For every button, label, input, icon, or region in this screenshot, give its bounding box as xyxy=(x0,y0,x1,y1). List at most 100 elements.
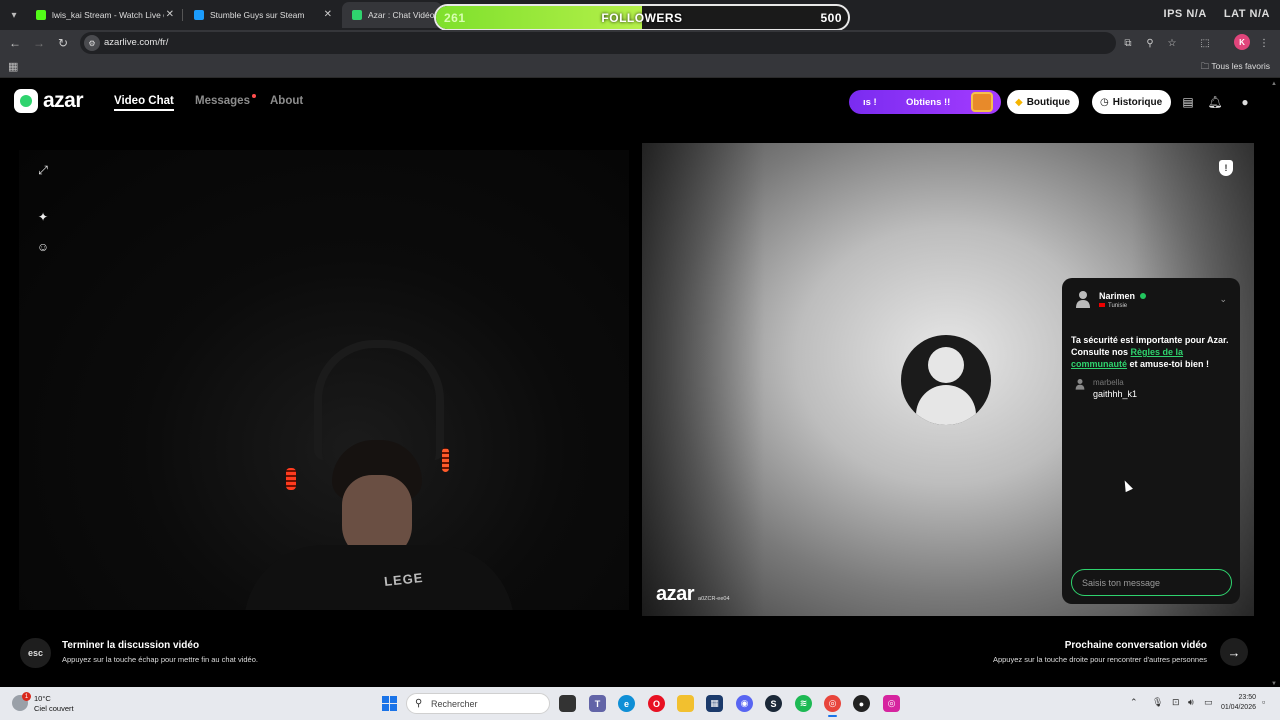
promo-text-left: ıs ! xyxy=(863,97,877,108)
store-icon[interactable]: ▦ xyxy=(706,695,723,712)
close-tab-icon[interactable]: ✕ xyxy=(324,9,332,20)
spotify-icon[interactable]: ≋ xyxy=(795,695,812,712)
message-username: marbella xyxy=(1093,378,1124,387)
followers-goal-overlay: 261 FOLLOWERS 500 xyxy=(434,4,850,31)
avatar-head xyxy=(928,347,964,383)
volume-icon[interactable]: 🔊︎ xyxy=(1188,697,1194,708)
promo-banner[interactable]: ıs ! Obtiens !! xyxy=(849,90,1001,114)
kick-icon xyxy=(36,10,46,20)
treasure-chest-icon xyxy=(971,92,993,112)
next-chat-title: Prochaine conversation vidéo xyxy=(1064,640,1207,651)
history-icon: ◷ xyxy=(1100,96,1109,108)
user-profile-icon[interactable]: ● xyxy=(1237,94,1253,110)
tab-steam[interactable]: Stumble Guys sur Steam ✕ xyxy=(184,2,340,28)
followers-goal: 500 xyxy=(820,11,842,25)
windows-taskbar: 1 10°C Ciel couvert ⚲ Rechercher T e O ▦… xyxy=(0,687,1280,720)
tab-separator xyxy=(182,9,183,21)
chrome-icon[interactable]: ◎ xyxy=(824,695,841,717)
headphone-led-right xyxy=(442,448,449,472)
file-explorer-icon[interactable] xyxy=(677,695,694,712)
search-placeholder: Rechercher xyxy=(431,699,478,709)
steam-icon[interactable]: S xyxy=(765,695,782,712)
boutique-button[interactable]: ◆ Boutique xyxy=(1007,90,1080,114)
network-icon[interactable]: ⊡ xyxy=(1172,697,1180,708)
clock-date: 01/04/2026 xyxy=(1220,704,1256,711)
inbox-icon[interactable]: ▤ xyxy=(1180,94,1196,110)
reload-icon[interactable]: ↻ xyxy=(54,34,72,52)
site-info-icon[interactable]: ⚙ xyxy=(84,35,100,51)
ips-label: IPS N/A xyxy=(1163,8,1207,20)
face-filter-icon[interactable]: ☺ xyxy=(35,239,51,255)
tab-azar[interactable]: Azar : Chat Vidéo a xyxy=(342,2,442,28)
watermark-logo: azar xyxy=(656,583,695,605)
all-bookmarks-label: Tous les favoris xyxy=(1211,61,1270,71)
back-icon[interactable]: ← xyxy=(6,34,24,52)
bookmark-star-icon[interactable]: ☆ xyxy=(1164,35,1180,51)
hoodie xyxy=(244,545,514,610)
system-clock[interactable]: 23:50 01/04/2026 xyxy=(1221,693,1256,713)
promo-text-right: Obtiens !! xyxy=(906,97,951,108)
historique-label: Historique xyxy=(1112,96,1163,108)
discord-icon[interactable]: ◉ xyxy=(736,695,753,712)
menu-icon[interactable]: ⋮ xyxy=(1256,35,1272,51)
next-arrow-button[interactable]: → xyxy=(1220,638,1248,666)
zoom-icon[interactable]: ⚲ xyxy=(1142,35,1158,51)
url-text[interactable]: azarlive.com/fr/ xyxy=(104,37,168,48)
extensions-icon[interactable]: ⬚ xyxy=(1197,35,1213,51)
close-tab-icon[interactable]: ✕ xyxy=(166,9,174,20)
install-app-icon[interactable]: ⧉ xyxy=(1120,35,1136,51)
partner-user-icon xyxy=(1076,291,1090,308)
instagram-icon[interactable]: ◎ xyxy=(883,695,900,712)
tab-title: lwis_kai Stream - Watch Live on xyxy=(52,10,164,20)
end-chat-title: Terminer la discussion vidéo xyxy=(62,640,200,651)
azar-logo-text: azar xyxy=(43,89,84,112)
gem-icon: ◆ xyxy=(1015,96,1023,108)
nav-messages[interactable]: Messages xyxy=(195,95,250,107)
tunisia-flag-icon xyxy=(1099,303,1105,308)
tab-kick-stream[interactable]: lwis_kai Stream - Watch Live on ✕ xyxy=(26,2,182,28)
stream-stats: IPS N/A LAT N/A xyxy=(1150,8,1270,20)
nav-about[interactable]: About xyxy=(270,95,303,107)
forward-icon[interactable]: → xyxy=(30,34,48,52)
messages-notification-dot xyxy=(252,94,256,98)
azar-site: azar Video Chat Messages About ıs ! Obti… xyxy=(0,78,1280,687)
partner-country-label: Tunisie xyxy=(1108,303,1128,309)
watermark-id: a0ZCR-ee04 xyxy=(698,596,730,602)
bell-icon[interactable]: 🔔︎ xyxy=(1207,94,1223,110)
avatar-body xyxy=(916,385,976,425)
all-bookmarks[interactable]: 🗀 Tous les favoris xyxy=(1201,61,1270,75)
address-bar[interactable]: ⚙ azarlive.com/fr/ xyxy=(80,32,1116,54)
azar-icon xyxy=(352,10,362,20)
edge-icon[interactable]: e xyxy=(618,695,635,712)
teams-icon[interactable]: T xyxy=(589,695,606,712)
notification-icon[interactable]: ▫ xyxy=(1262,697,1265,707)
task-view-icon[interactable] xyxy=(559,695,576,712)
microphone-icon[interactable]: 🎙︎ xyxy=(1152,697,1163,708)
browser-tab-strip: ▾ lwis_kai Stream - Watch Live on ✕ Stum… xyxy=(0,0,1280,31)
nav-video-chat[interactable]: Video Chat xyxy=(114,95,174,111)
chevron-down-icon[interactable]: ⌄ xyxy=(1219,294,1227,305)
chat-message-input[interactable] xyxy=(1071,569,1232,596)
profile-avatar[interactable]: K xyxy=(1234,34,1250,50)
historique-button[interactable]: ◷ Historique xyxy=(1092,90,1172,114)
boutique-label: Boutique xyxy=(1026,96,1071,108)
magic-wand-icon[interactable]: ✦ xyxy=(35,209,51,225)
report-shield-icon[interactable]: ! xyxy=(1219,160,1233,176)
lat-label: LAT N/A xyxy=(1223,8,1270,20)
scroll-up-icon[interactable]: ▲ xyxy=(1271,81,1277,87)
search-icon: ⚲ xyxy=(415,698,423,709)
battery-icon[interactable]: ▭ xyxy=(1204,697,1213,708)
esc-key-button[interactable]: esc xyxy=(20,638,51,668)
chevron-up-icon[interactable]: ⌃ xyxy=(1130,697,1138,708)
opera-icon[interactable]: O xyxy=(648,695,665,712)
apps-grid-icon[interactable]: ▦ xyxy=(8,60,18,73)
taskbar-search[interactable]: ⚲ Rechercher xyxy=(406,693,550,714)
obs-icon[interactable]: ● xyxy=(853,695,870,712)
chat-panel: Narimen Tunisie ⌄ Ta sécurité est import… xyxy=(1062,278,1240,604)
weather-alert-badge: 1 xyxy=(22,692,31,701)
tab-search-icon[interactable]: ▾ xyxy=(4,5,24,25)
windows-start-icon[interactable] xyxy=(382,696,397,711)
webcam-person-image: LEGE xyxy=(244,300,514,610)
azar-logo[interactable]: azar xyxy=(14,89,84,113)
expand-icon[interactable]: ⤢ xyxy=(35,162,51,178)
